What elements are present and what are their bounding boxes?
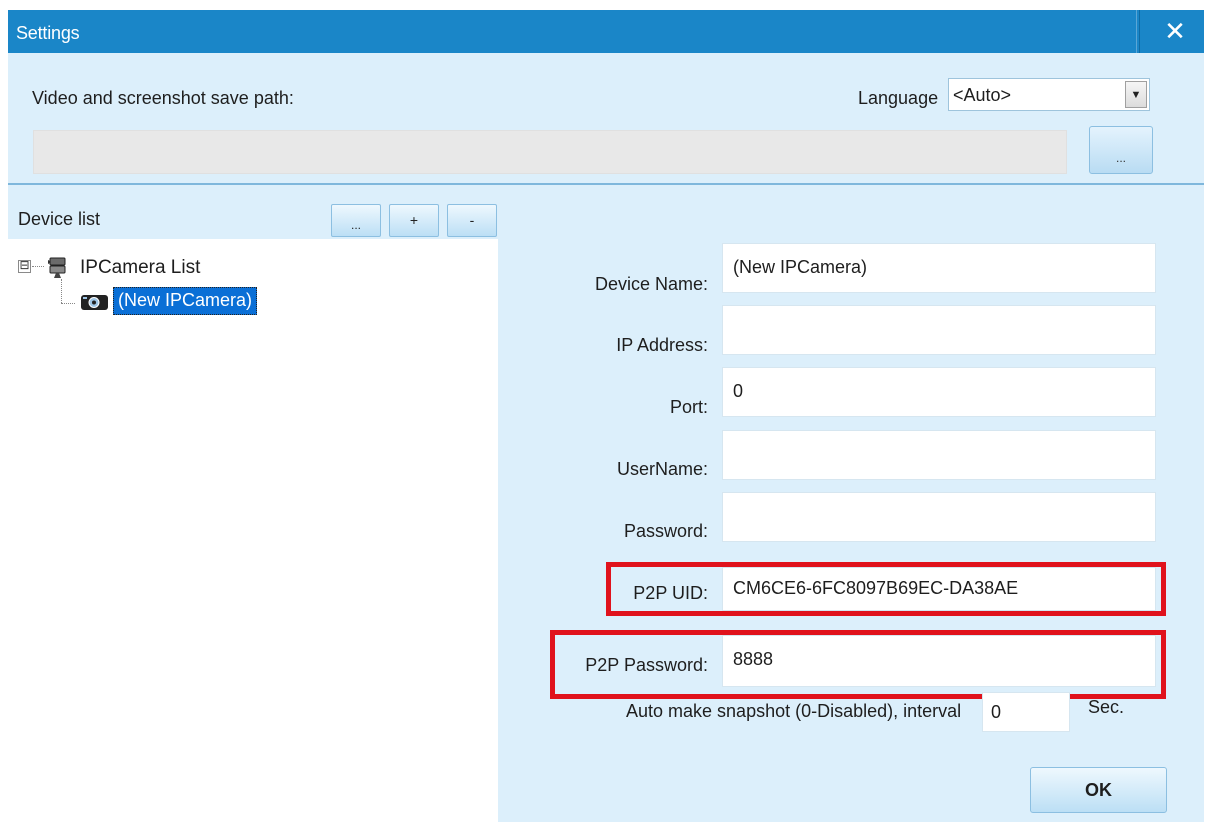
window-title: Settings: [16, 23, 80, 43]
device-options-button[interactable]: ...: [331, 204, 381, 237]
language-select[interactable]: <Auto> ▼: [948, 78, 1150, 111]
p2p-password-input[interactable]: 8888: [722, 635, 1156, 687]
device-list-panel: Device list ... + - ⊟ IPCamera List (New…: [8, 187, 498, 822]
dropdown-arrow-icon[interactable]: ▼: [1125, 81, 1147, 108]
password-input[interactable]: [722, 492, 1156, 542]
ok-button[interactable]: OK: [1030, 767, 1167, 813]
tree-item-new-ipcamera[interactable]: (New IPCamera): [113, 287, 258, 315]
tree-connector: [61, 279, 62, 303]
device-settings-panel: Device Name: (New IPCamera) IP Address: …: [498, 187, 1204, 822]
close-icon[interactable]: ✕: [1158, 14, 1192, 48]
device-name-input[interactable]: (New IPCamera): [722, 243, 1156, 293]
password-label: Password:: [623, 521, 708, 541]
tree-connector: [32, 266, 44, 267]
titlebar-separator: [1136, 10, 1137, 53]
save-path-label: Video and screenshot save path:: [32, 88, 294, 108]
cameras-icon: [48, 257, 66, 278]
browse-button[interactable]: ...: [1089, 126, 1153, 174]
device-name-label: Device Name:: [594, 274, 708, 294]
title-bar: Settings ✕: [8, 10, 1204, 53]
save-path-panel: Video and screenshot save path: Language…: [8, 53, 1204, 185]
save-path-input[interactable]: [33, 130, 1067, 174]
add-device-button[interactable]: +: [389, 204, 439, 237]
p2p-uid-input[interactable]: CM6CE6-6FC8097B69EC-DA38AE: [722, 567, 1156, 611]
port-input[interactable]: 0: [722, 367, 1156, 417]
p2p-uid-label: P2P UID:: [633, 583, 708, 603]
port-label: Port:: [669, 397, 708, 417]
remove-device-button[interactable]: -: [447, 204, 497, 237]
tree-collapse-icon[interactable]: ⊟: [18, 259, 31, 273]
snapshot-interval-label: Auto make snapshot (0-Disabled), interva…: [626, 701, 962, 721]
device-list-label: Device list: [18, 209, 101, 229]
language-label: Language: [858, 88, 939, 108]
tree-connector: [61, 303, 75, 304]
username-input[interactable]: [722, 430, 1156, 480]
p2p-password-label: P2P Password:: [585, 655, 708, 675]
ipcamera-icon: [81, 295, 108, 310]
device-list-header: Device list ... + -: [8, 187, 498, 239]
username-label: UserName:: [616, 459, 708, 479]
language-select-value: <Auto>: [953, 85, 1012, 105]
snapshot-interval-input[interactable]: 0: [982, 692, 1070, 732]
titlebar-separator-shadow: [1139, 10, 1140, 53]
tree-root-label[interactable]: IPCamera List: [80, 257, 200, 279]
ip-address-input[interactable]: [722, 305, 1156, 355]
ip-address-label: IP Address:: [616, 335, 708, 355]
settings-window: Settings ✕ Video and screenshot save pat…: [8, 10, 1204, 822]
snapshot-unit-label: Sec.: [1088, 697, 1125, 717]
